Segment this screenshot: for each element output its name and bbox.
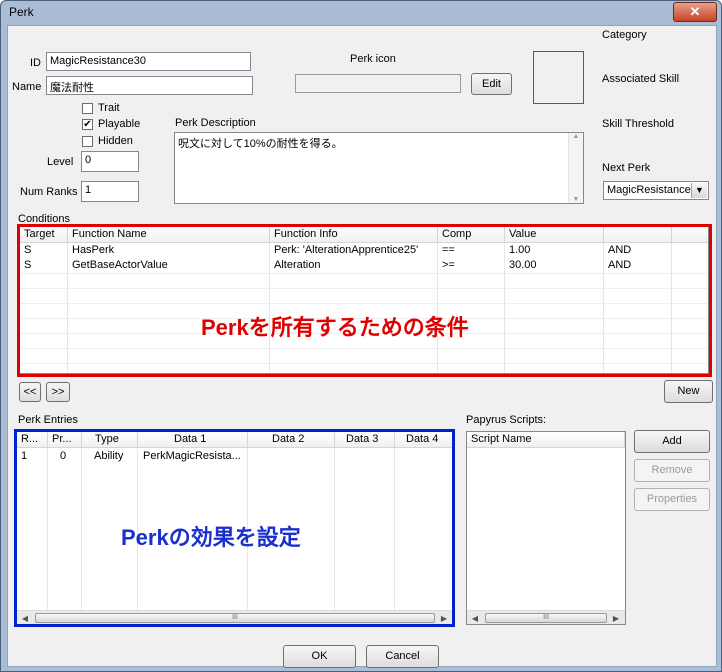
cancel-button[interactable]: Cancel <box>366 645 439 668</box>
col-script-name[interactable]: Script Name <box>467 432 625 448</box>
level-input[interactable]: 0 <box>81 151 139 172</box>
category-label: Category <box>602 29 647 41</box>
description-text: 呪文に対して10%の耐性を得る。 <box>178 138 343 150</box>
scroll-thumb[interactable]: III <box>485 613 607 623</box>
window-title: Perk <box>9 5 34 19</box>
perk-icon-preview <box>533 51 584 104</box>
chevron-down-icon[interactable]: ▼ <box>691 183 707 198</box>
num-ranks-input[interactable]: 1 <box>81 181 139 202</box>
next-perk-value: MagicResistance5 <box>607 184 697 196</box>
ok-button[interactable]: OK <box>283 645 356 668</box>
name-label: Name <box>12 81 42 93</box>
hidden-label: Hidden <box>98 135 133 147</box>
trait-label: Trait <box>98 102 120 114</box>
script-properties-button[interactable]: Properties <box>634 488 710 511</box>
next-perk-label: Next Perk <box>602 162 651 174</box>
title-bar[interactable]: Perk ✕ <box>1 1 721 25</box>
scroll-right-icon[interactable]: ▶ <box>608 611 624 624</box>
scripts-list[interactable]: Script Name ◀ III ▶ <box>466 431 626 625</box>
description-textarea[interactable]: 呪文に対して10%の耐性を得る。 ▲ ▼ <box>174 132 584 204</box>
scroll-down-icon[interactable]: ▼ <box>569 196 583 203</box>
dialog-client: ID MagicResistance30 Name 魔法耐性 Perk icon… <box>7 25 717 668</box>
associated-skill-label: Associated Skill <box>602 73 680 85</box>
close-button[interactable]: ✕ <box>673 2 717 22</box>
perk-icon-label: Perk icon <box>350 53 396 65</box>
level-label: Level <box>47 156 74 168</box>
checkmark-icon: ✔ <box>83 119 92 130</box>
perk-entries-annotation: Perkの効果を設定 <box>121 525 301 550</box>
edit-icon-button[interactable]: Edit <box>471 73 512 95</box>
hidden-checkbox[interactable] <box>82 136 93 147</box>
num-ranks-label: Num Ranks <box>20 186 78 198</box>
papyrus-scripts-label: Papyrus Scripts: <box>466 414 547 426</box>
new-condition-button[interactable]: New <box>664 380 713 403</box>
remove-script-button[interactable]: Remove <box>634 459 710 482</box>
next-perk-select[interactable]: MagicResistance5 ▼ <box>603 181 709 200</box>
playable-checkbox[interactable]: ✔ <box>82 119 93 130</box>
description-label: Perk Description <box>175 117 256 129</box>
scroll-up-icon[interactable]: ▲ <box>569 133 583 140</box>
name-input[interactable]: 魔法耐性 <box>46 76 253 95</box>
next-condition-button[interactable]: >> <box>46 382 70 402</box>
prev-condition-button[interactable]: << <box>19 382 41 402</box>
trait-checkbox[interactable] <box>82 103 93 114</box>
description-scrollbar[interactable]: ▲ ▼ <box>568 133 583 203</box>
skill-threshold-label: Skill Threshold <box>602 118 674 130</box>
playable-label: Playable <box>98 118 141 130</box>
conditions-annotation: Perkを所有するための条件 <box>201 315 469 340</box>
id-label: ID <box>30 57 41 69</box>
conditions-highlight-frame <box>17 224 712 377</box>
scroll-left-icon[interactable]: ◀ <box>467 611 483 624</box>
perk-entries-label: Perk Entries <box>18 414 78 426</box>
id-input[interactable]: MagicResistance30 <box>46 52 251 71</box>
scripts-hscrollbar[interactable]: ◀ III ▶ <box>467 610 625 624</box>
add-script-button[interactable]: Add <box>634 430 710 453</box>
perk-window: Perk ✕ ID MagicResistance30 Name 魔法耐性 Pe… <box>0 0 722 672</box>
perk-icon-path-field <box>295 74 461 93</box>
